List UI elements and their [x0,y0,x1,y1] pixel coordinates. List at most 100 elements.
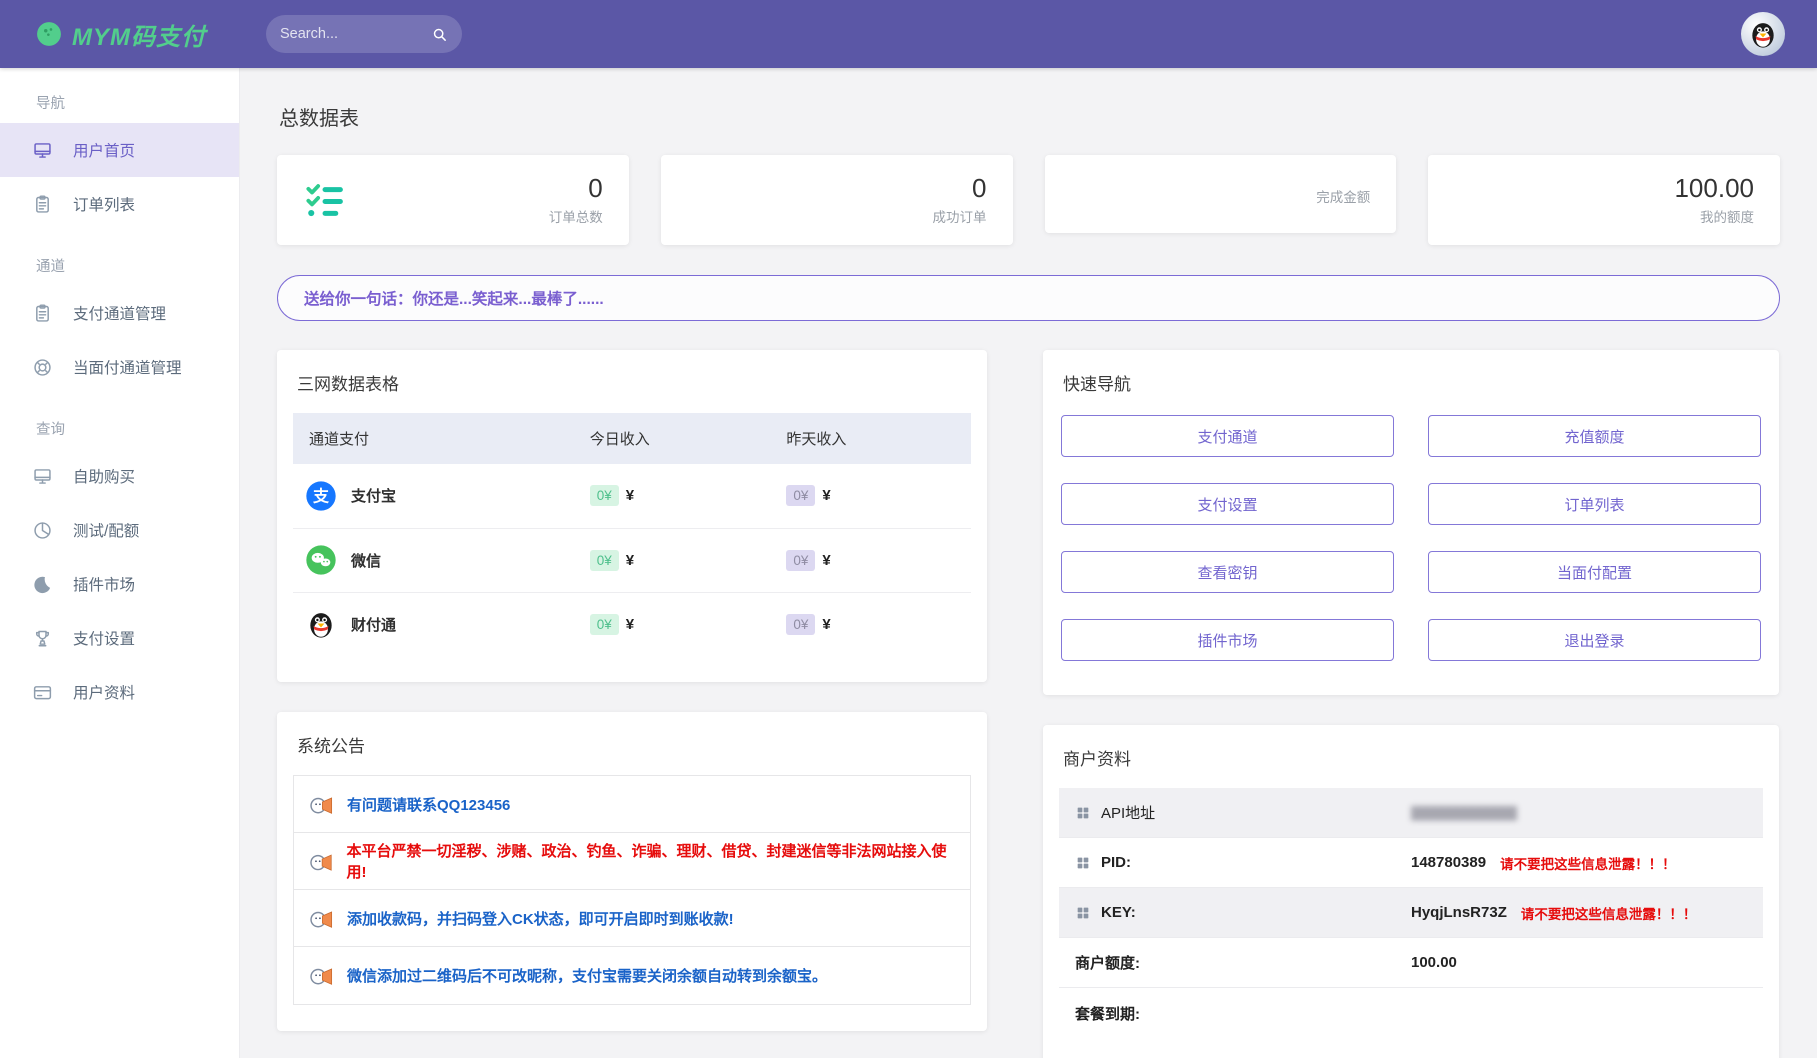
merchant-rows: API地址 ██████████████ PID: 148780389 请不要把… [1059,788,1763,1038]
quicknav-order-list-button[interactable]: 订单列表 [1428,483,1761,525]
leak-warning: 请不要把这些信息泄露！！！ [1521,903,1697,923]
stat-label: 成功订单 [933,206,987,226]
stat-card-completed-amount: 完成金额 [1045,155,1397,233]
sidebar-item-order-list[interactable]: 订单列表 [0,177,239,231]
sidebar-item-pay-settings[interactable]: 支付设置 [0,611,239,665]
sidebar-item-f2f-channel-mgmt[interactable]: 当面付通道管理 [0,340,239,394]
announcement-item: 本平台严禁一切淫秽、涉赌、政治、钓鱼、诈骗、理财、借贷、封建迷信等非法网站接入使… [294,833,970,890]
quicknav-logout-button[interactable]: 退出登录 [1428,619,1761,661]
channel-name: 财付通 [351,614,396,635]
sidebar-item-label: 自助购买 [73,465,135,487]
credit-card-icon [32,682,53,703]
life-ring-icon [32,357,53,378]
yen-symbol: ¥ [822,616,830,633]
sidebar-item-label: 当面付通道管理 [73,356,182,378]
quicknav-recharge-quota-button[interactable]: 充值额度 [1428,415,1761,457]
brand-logo[interactable]: MYM码支付 [0,17,240,52]
sidebar-item-label: 用户首页 [73,139,135,161]
merchant-info-title: 商户资料 [1063,745,1763,770]
stat-label: 我的额度 [1700,206,1754,226]
right-column: 快速导航 支付通道 充值额度 支付设置 订单列表 查看密钥 当面付配置 插件市场… [1043,350,1779,1058]
stat-value: 0 [972,174,986,204]
crescent-icon [32,574,53,595]
merchant-row-key: KEY: HyqjLnsR73Z 请不要把这些信息泄露！！！ [1059,888,1763,938]
yen-symbol: ¥ [822,487,830,504]
sidebar-item-user-profile[interactable]: 用户资料 [0,665,239,719]
announcement-item: 添加收款码，并扫码登入CK状态，即可开启即时到账收款! [294,890,970,947]
pie-chart-icon [32,520,53,541]
brand-icon [36,21,62,47]
clipboard-icon [32,194,53,215]
yesterday-income-badge: 0¥ [786,485,815,506]
channel-table-title: 三网数据表格 [297,370,971,395]
monitor-icon [32,140,53,161]
col-yesterday: 昨天收入 [774,413,971,464]
tenpay-icon [305,608,337,640]
quick-nav-grid: 支付通道 充值额度 支付设置 订单列表 查看密钥 当面付配置 插件市场 退出登录 [1059,413,1763,669]
left-column: 三网数据表格 通道支付 今日收入 昨天收入 [277,350,987,1058]
merchant-row-quota: 商户额度: 100.00 [1059,938,1763,988]
today-income-badge: 0¥ [590,550,619,571]
notice-banner-text: 送给你一句话：你还是...笑起来...最棒了...... [304,287,604,309]
announcements-title: 系统公告 [297,732,971,757]
alipay-icon: 支 [305,480,337,512]
merchant-row-package-expiry: 套餐到期: [1059,988,1763,1038]
checklist-icon [303,177,349,223]
channel-name: 微信 [351,550,381,571]
channel-table-card: 三网数据表格 通道支付 今日收入 昨天收入 [277,350,987,682]
sidebar-item-self-purchase[interactable]: 自助购买 [0,449,239,503]
sidebar-item-user-home[interactable]: 用户首页 [0,123,239,177]
stat-card-total-orders: 0 订单总数 [277,155,629,245]
stat-label: 订单总数 [549,206,603,226]
quicknav-f2f-config-button[interactable]: 当面付配置 [1428,551,1761,593]
channel-name: 支付宝 [351,485,396,506]
quick-nav-card: 快速导航 支付通道 充值额度 支付设置 订单列表 查看密钥 当面付配置 插件市场… [1043,350,1779,695]
sidebar-item-label: 订单列表 [73,193,135,215]
quicknav-view-key-button[interactable]: 查看密钥 [1061,551,1394,593]
stat-card-success-orders: 0 成功订单 [661,155,1013,245]
sidebar-item-pay-channel-mgmt[interactable]: 支付通道管理 [0,286,239,340]
stat-value: 0 [588,174,602,204]
announcement-item: 有问题请联系QQ123456 [294,776,970,833]
sidebar-item-label: 测试/配额 [73,519,139,541]
user-avatar[interactable] [1741,12,1785,56]
yen-symbol: ¥ [626,616,634,633]
stats-row: 0 订单总数 0 成功订单 [277,155,1780,245]
today-income-badge: 0¥ [590,614,619,635]
col-channel: 通道支付 [293,413,578,464]
merchant-row-api: API地址 ██████████████ [1059,788,1763,838]
quicknav-pay-channel-button[interactable]: 支付通道 [1061,415,1394,457]
search-icon[interactable] [431,26,448,43]
announcement-text: 本平台严禁一切淫秽、涉赌、政治、钓鱼、诈骗、理财、借贷、封建迷信等非法网站接入使… [347,840,956,882]
table-header-row: 通道支付 今日收入 昨天收入 [293,413,971,464]
sidebar-item-test-quota[interactable]: 测试/配额 [0,503,239,557]
svg-text:支: 支 [312,486,330,505]
sidebar-item-plugin-market[interactable]: 插件市场 [0,557,239,611]
api-address-value-blurred: ██████████████ [1411,806,1516,820]
sidebar-section-nav: 导航 [0,68,239,123]
today-income-badge: 0¥ [590,485,619,506]
diamond-icon [687,177,733,223]
merchant-row-pid: PID: 148780389 请不要把这些信息泄露！！！ [1059,838,1763,888]
quicknav-plugin-market-button[interactable]: 插件市场 [1061,619,1394,661]
quicknav-pay-settings-button[interactable]: 支付设置 [1061,483,1394,525]
search-bar [266,15,462,53]
quick-nav-title: 快速导航 [1063,370,1763,395]
top-header: MYM码支付 [0,0,1817,68]
search-input[interactable] [280,26,431,42]
yen-symbol: ¥ [626,487,634,504]
announcement-icon [308,848,335,875]
sidebar-item-label: 支付通道管理 [73,302,166,324]
leak-warning: 请不要把这些信息泄露！！！ [1500,853,1676,873]
table-row-alipay: 支 支付宝 0¥ ¥ 0¥ ¥ [293,464,971,528]
yen-symbol: ¥ [626,552,634,569]
table-row-tenpay: 财付通 0¥ ¥ 0¥ ¥ [293,592,971,656]
announcement-text: 微信添加过二维码后不可改昵称，支付宝需要关闭余额自动转到余额宝。 [347,965,827,986]
announcement-icon [308,905,335,932]
page-title: 总数据表 [279,102,1780,131]
yesterday-income-badge: 0¥ [786,614,815,635]
announcements-list: 有问题请联系QQ123456 本平台严禁一切淫秽、涉赌、政治、钓鱼、诈骗、理财、… [293,775,971,1005]
pid-value: 148780389 [1411,854,1486,871]
sidebar: 导航 用户首页 订单列表 通道 支付通道管理 当面付通道管理 查询 自助购买 测… [0,68,240,1058]
sidebar-item-label: 用户资料 [73,681,135,703]
